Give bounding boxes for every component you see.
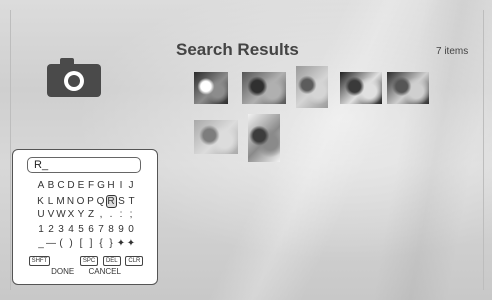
key-4-2[interactable]: 2 xyxy=(46,224,56,235)
key-3-5[interactable]: Y xyxy=(76,209,86,220)
key-3-4[interactable]: X xyxy=(66,209,76,220)
keyboard-row-5: _ —()[]{} ✦ ✦ xyxy=(13,238,159,249)
key-1-6[interactable]: F xyxy=(86,180,96,191)
clear-key[interactable]: CLR xyxy=(125,256,144,266)
thumbnail-landscape-photo[interactable] xyxy=(248,114,280,162)
key-5-4[interactable]: ) xyxy=(66,238,76,249)
key-1-10[interactable]: J xyxy=(126,180,136,191)
key-5-8[interactable]: } xyxy=(106,238,116,249)
thumbnail-flowers-photo[interactable] xyxy=(296,66,328,108)
key-2-9[interactable]: S xyxy=(117,196,127,207)
keyboard-row-3: U V W X Y Z,.:; xyxy=(13,209,159,220)
key-2-10[interactable]: T xyxy=(127,196,137,207)
key-5-3[interactable]: ( xyxy=(56,238,66,249)
key-2-4[interactable]: N xyxy=(66,196,76,207)
key-5-6[interactable]: ] xyxy=(86,238,96,249)
thumbnail-dog-photo[interactable] xyxy=(194,72,228,104)
key-1-8[interactable]: H xyxy=(106,180,116,191)
key-1-3[interactable]: C xyxy=(56,180,66,191)
shift-key[interactable]: SHFT xyxy=(28,256,51,266)
key-4-6[interactable]: 6 xyxy=(86,224,96,235)
key-5-10[interactable]: ✦ xyxy=(126,238,136,249)
key-1-5[interactable]: E xyxy=(76,180,86,191)
key-2-2[interactable]: L xyxy=(46,196,56,207)
key-4-1[interactable]: 1 xyxy=(36,224,46,235)
key-3-9[interactable]: : xyxy=(116,209,126,220)
key-4-8[interactable]: 8 xyxy=(106,224,116,235)
keyboard-row-4: 1234567890 xyxy=(13,224,159,235)
key-3-10[interactable]: ; xyxy=(126,209,136,220)
key-2-3[interactable]: M xyxy=(56,196,66,207)
thumbnail-car-photo[interactable] xyxy=(387,72,429,104)
thumbnail-horse-photo[interactable] xyxy=(340,72,382,104)
thumbnail-blurred-photo[interactable] xyxy=(194,120,238,154)
key-1-4[interactable]: D xyxy=(66,180,76,191)
key-4-5[interactable]: 5 xyxy=(76,224,86,235)
space-key[interactable]: SPC xyxy=(79,256,99,266)
function-keys-row: SHFT SPC DEL CLR xyxy=(13,254,159,266)
done-button[interactable]: DONE xyxy=(51,267,74,276)
key-1-7[interactable]: G xyxy=(96,180,106,191)
cancel-button[interactable]: CANCEL xyxy=(88,267,120,276)
page-title: Search Results xyxy=(176,40,299,59)
key-2-8[interactable]: R xyxy=(105,194,117,208)
key-3-3[interactable]: W xyxy=(56,209,66,220)
key-3-2[interactable]: V xyxy=(46,209,56,220)
key-3-7[interactable]: , xyxy=(96,209,106,220)
thumbnail-pattern-photo[interactable] xyxy=(242,72,286,104)
key-5-7[interactable]: { xyxy=(96,238,106,249)
key-5-5[interactable]: [ xyxy=(76,238,86,249)
keyboard-actions: DONE CANCEL xyxy=(13,267,159,276)
key-4-3[interactable]: 3 xyxy=(56,224,66,235)
key-2-5[interactable]: O xyxy=(76,196,86,207)
key-5-9[interactable]: ✦ xyxy=(116,238,126,249)
key-1-9[interactable]: I xyxy=(116,180,126,191)
key-3-1[interactable]: U xyxy=(36,209,46,220)
delete-key[interactable]: DEL xyxy=(102,256,121,266)
key-1-1[interactable]: A xyxy=(36,180,46,191)
key-5-2[interactable]: — xyxy=(46,238,56,249)
item-count: 7 items xyxy=(436,46,469,57)
key-2-6[interactable]: P xyxy=(86,196,96,207)
screen: Search Results 7 items R_ ABCDEFGHIJKLMN… xyxy=(0,0,492,300)
key-5-1[interactable]: _ xyxy=(36,238,46,249)
key-4-9[interactable]: 9 xyxy=(116,224,126,235)
key-3-8[interactable]: . xyxy=(106,209,116,220)
key-2-7[interactable]: Q xyxy=(96,196,106,207)
keyboard-row-2: KLMNOPQRST xyxy=(13,194,159,208)
key-4-7[interactable]: 7 xyxy=(96,224,106,235)
keyboard-row-1: ABCDEFGHIJ xyxy=(13,180,159,191)
key-4-4[interactable]: 4 xyxy=(66,224,76,235)
key-1-2[interactable]: B xyxy=(46,180,56,191)
onscreen-keyboard: R_ A B C D E F G H I J K L M N O P Q R S T U V W X Y Z,.:; 1 2 3 4 5 6 7… xyxy=(12,149,158,285)
key-2-1[interactable]: K xyxy=(36,196,46,207)
key-3-6[interactable]: Z xyxy=(86,209,96,220)
camera-icon xyxy=(46,56,102,98)
search-input[interactable]: R_ xyxy=(27,157,141,173)
key-4-10[interactable]: 0 xyxy=(126,224,136,235)
